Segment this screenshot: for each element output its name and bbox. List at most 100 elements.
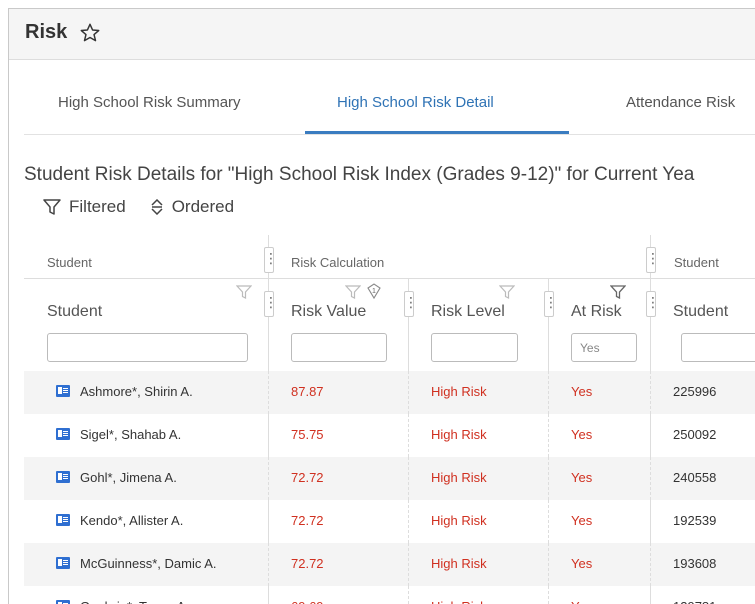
column-menu-button[interactable] <box>404 291 414 317</box>
filtered-button[interactable]: Filtered <box>43 197 126 217</box>
risk-value-cell: 72.72 <box>291 470 324 485</box>
filter-icon[interactable] <box>345 285 361 299</box>
student-card-icon[interactable] <box>56 557 70 569</box>
student-card-icon[interactable] <box>56 385 70 397</box>
at-risk-cell: Yes <box>571 556 593 571</box>
column-header-risk-value[interactable]: Risk Value <box>291 303 366 321</box>
table-row[interactable]: Gohl*, Jimena A. 72.72 High Risk Yes 240558 <box>24 457 755 500</box>
at-risk-cell: Yes <box>571 599 592 604</box>
column-header-risk-level[interactable]: Risk Level <box>431 303 505 321</box>
page-title: Risk <box>25 21 68 43</box>
student-id-cell: 225996 <box>673 384 717 399</box>
table-row[interactable]: Goalwin*, Tayen A. 69.69 High Risk Yes 12978… <box>24 586 755 604</box>
student-name-link[interactable]: Kendo*, Allister A. <box>80 513 183 528</box>
cell-divider <box>650 543 651 586</box>
risk-grid: Student Risk Calculation Student Student… <box>24 235 755 604</box>
at-risk-filter-input[interactable]: Yes <box>571 333 637 362</box>
risk-value-cell: 69.69 <box>291 599 324 604</box>
cell-divider <box>268 371 269 414</box>
tab-attendance-risk[interactable]: Attendance Risk <box>626 94 735 111</box>
student-name-link[interactable]: Goalwin*, Tayen A. <box>80 599 189 604</box>
filter-icon[interactable] <box>236 285 252 299</box>
report-title: Student Risk Details for "High School Ri… <box>24 164 695 185</box>
filter-active-icon[interactable] <box>610 285 626 299</box>
student-name-link[interactable]: Sigel*, Shahab A. <box>80 427 181 442</box>
risk-level-cell: High Risk <box>431 556 487 571</box>
student-id-cell: 192539 <box>673 513 717 528</box>
student-name-link[interactable]: McGuinness*, Damic A. <box>80 556 217 571</box>
tab-high-school-risk-detail[interactable]: High School Risk Detail <box>337 94 494 111</box>
group-menu-button[interactable] <box>646 247 656 273</box>
filter-icon <box>43 199 61 215</box>
cell-divider <box>268 543 269 586</box>
student-card-icon[interactable] <box>56 514 70 526</box>
column-menu-button[interactable] <box>646 291 656 317</box>
student-card-icon[interactable] <box>56 600 70 604</box>
student-id-cell: 129781 <box>673 599 716 604</box>
sort-order-icon[interactable]: 1 <box>365 282 383 300</box>
grid-toolbar: Filtered Ordered <box>43 197 234 217</box>
column-header-at-risk[interactable]: At Risk <box>571 303 622 321</box>
column-menu-button[interactable] <box>544 291 554 317</box>
risk-value-cell: 72.72 <box>291 556 324 571</box>
app-frame: Risk High School Risk Summary High Schoo… <box>8 8 755 604</box>
group-student: Student <box>47 255 92 270</box>
cell-divider <box>268 586 269 604</box>
cell-divider <box>408 457 409 500</box>
group-student-2: Student <box>674 255 719 270</box>
group-risk-calculation: Risk Calculation <box>291 255 385 270</box>
student-name-link[interactable]: Gohl*, Jimena A. <box>80 470 177 485</box>
risk-value-cell: 87.87 <box>291 384 324 399</box>
student-id-cell: 193608 <box>673 556 717 571</box>
column-header-student-id[interactable]: Student <box>673 303 728 321</box>
cell-divider <box>650 457 651 500</box>
table-row[interactable]: McGuinness*, Damic A. 72.72 High Risk Yes 19… <box>24 543 755 586</box>
cell-divider <box>650 371 651 414</box>
cell-divider <box>548 457 549 500</box>
risk-value-filter-input[interactable] <box>291 333 387 362</box>
student-card-icon[interactable] <box>56 428 70 440</box>
student-id-filter-input[interactable] <box>681 333 755 362</box>
cell-divider <box>268 457 269 500</box>
cell-divider <box>548 543 549 586</box>
sort-icon <box>151 199 163 215</box>
table-row[interactable]: Kendo*, Allister A. 72.72 High Risk Yes 1925… <box>24 500 755 543</box>
cell-divider <box>268 500 269 543</box>
risk-level-filter-input[interactable] <box>431 333 518 362</box>
risk-level-cell: High Risk <box>431 427 487 442</box>
cell-divider <box>408 414 409 457</box>
at-risk-cell: Yes <box>571 427 593 442</box>
risk-value-cell: 72.72 <box>291 513 324 528</box>
star-icon[interactable] <box>79 22 101 44</box>
tab-high-school-risk-summary[interactable]: High School Risk Summary <box>58 94 241 111</box>
student-name-link[interactable]: Ashmore*, Shirin A. <box>80 384 193 399</box>
cell-divider <box>548 500 549 543</box>
column-menu-button[interactable] <box>264 291 274 317</box>
cell-divider <box>548 586 549 604</box>
cell-divider <box>650 500 651 543</box>
filtered-label: Filtered <box>69 197 126 216</box>
table-row[interactable]: Ashmore*, Shirin A. 87.87 High Risk Yes 2259… <box>24 371 755 414</box>
cell-divider <box>408 586 409 604</box>
risk-level-cell: High Risk <box>431 384 487 399</box>
risk-level-cell: High Risk <box>431 513 487 528</box>
table-row[interactable]: Sigel*, Shahab A. 75.75 High Risk Yes 250092 <box>24 414 755 457</box>
column-header-student[interactable]: Student <box>47 303 102 321</box>
at-risk-cell: Yes <box>571 513 593 528</box>
at-risk-cell: Yes <box>571 470 593 485</box>
ordered-label: Ordered <box>171 197 235 216</box>
active-tab-indicator <box>305 131 569 134</box>
cell-divider <box>548 371 549 414</box>
group-menu-button[interactable] <box>264 247 274 273</box>
tab-bar: High School Risk Summary High School Ris… <box>24 84 755 135</box>
student-id-cell: 250092 <box>673 427 717 442</box>
filter-icon[interactable] <box>499 285 515 299</box>
cell-divider <box>408 543 409 586</box>
sort-order-badge: 1 <box>372 288 376 295</box>
ordered-button[interactable]: Ordered <box>150 197 234 217</box>
cell-divider <box>548 414 549 457</box>
student-filter-input[interactable] <box>47 333 248 362</box>
cell-divider <box>650 586 651 604</box>
at-risk-cell: Yes <box>571 384 593 399</box>
student-card-icon[interactable] <box>56 471 70 483</box>
